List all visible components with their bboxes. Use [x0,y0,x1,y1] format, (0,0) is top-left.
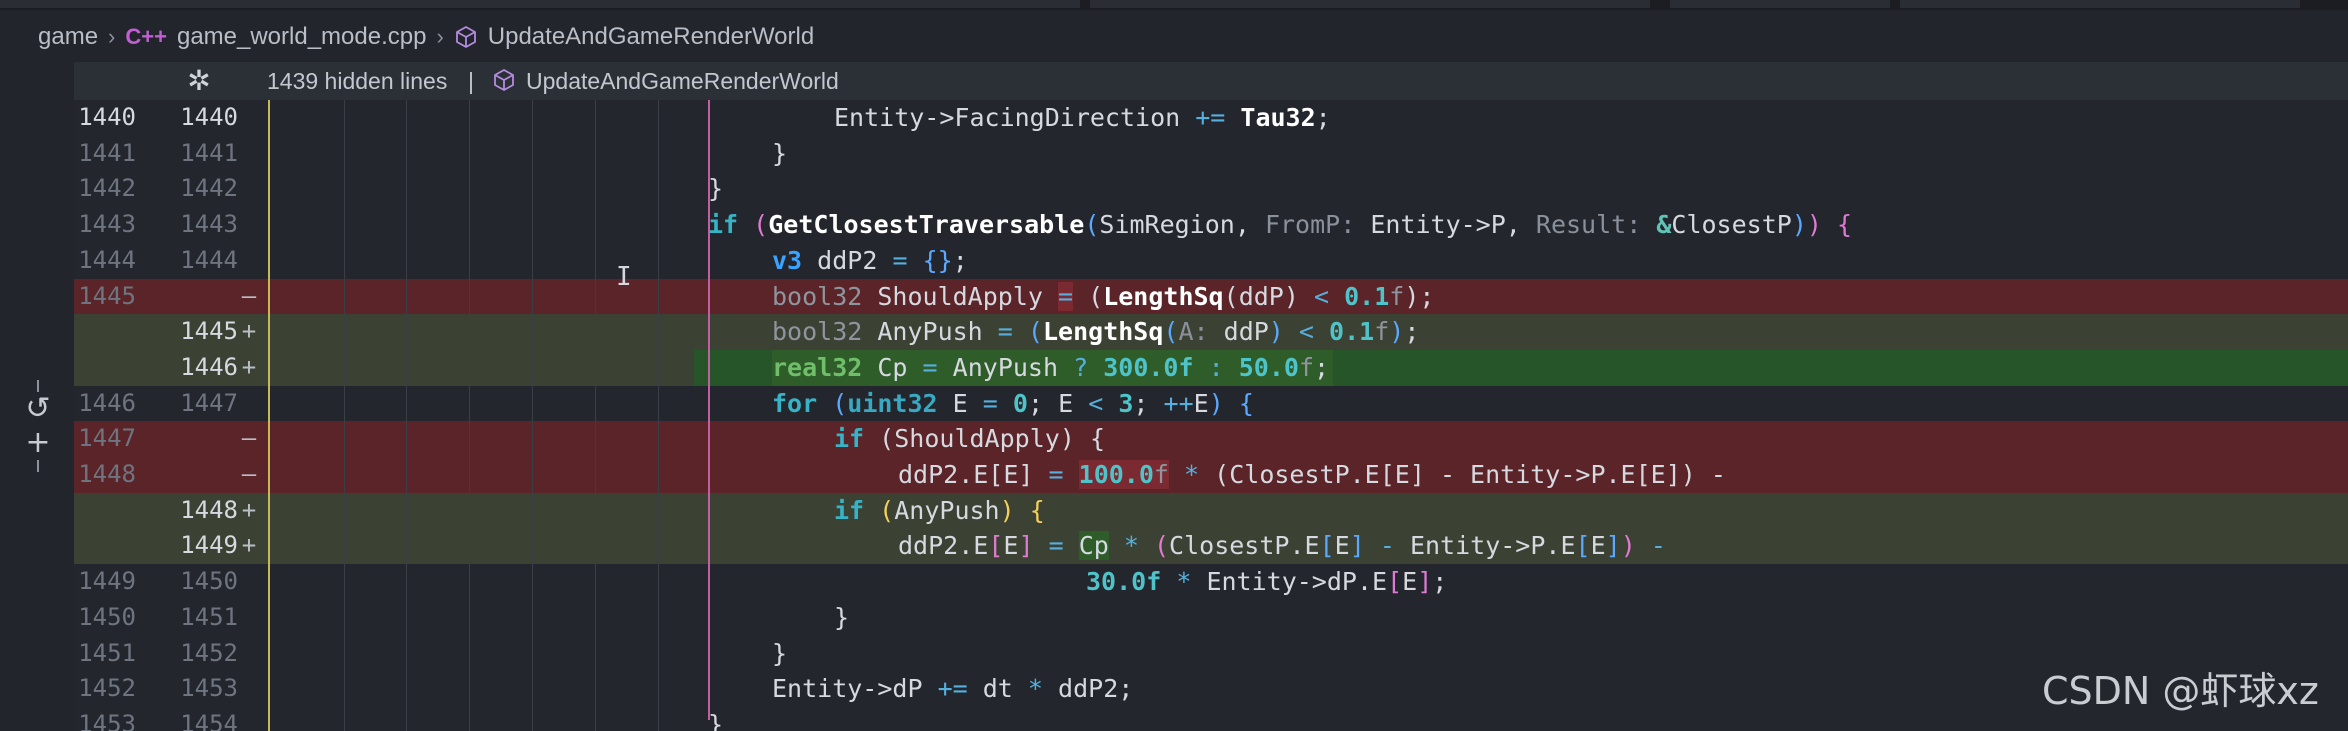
chevron-right-icon: › [108,24,116,49]
revert-icon[interactable]: ↺ [18,392,58,426]
code-line-deleted: ddP2.E[E] = 100.0f * (ClosestP.E[E] - En… [898,460,1726,489]
code-line: Entity->dP += dt * ddP2; [772,674,1134,704]
cpp-file-icon: C++ [125,24,167,49]
text-cursor-icon: 𝙸 [616,262,632,292]
code-line-inserted: if (AnyPush) { [834,495,1045,525]
tab-strip-segment [1090,0,1650,8]
code-line-inserted: bool32 AnyPush = (LengthSq(A: ddP) < 0.1… [772,317,1420,347]
top-tab-strip [0,0,2348,10]
tab-strip-segment [1670,0,1890,8]
header-separator: | [468,67,474,94]
diff-editor-window: game › C++ game_world_mode.cpp › UpdateA… [0,0,2348,731]
hunk-actions: ↺ + [18,380,58,472]
sticky-function-name[interactable]: UpdateAndGameRenderWorld [526,68,839,95]
tab-strip-segment [0,0,1080,8]
add-icon[interactable]: + [18,426,58,460]
code-line: v3 ddP2 = {}; [772,245,968,275]
unfold-icon[interactable]: ✲ [184,66,214,96]
code-line: } [772,138,788,168]
breadcrumb: game › C++ game_world_mode.cpp › UpdateA… [0,12,2348,62]
code-line: if (GetClosestTraversable(SimRegion, Fro… [708,210,1853,240]
breadcrumb-symbol[interactable]: UpdateAndGameRenderWorld [488,23,814,51]
chevron-right-icon: › [436,24,444,49]
code-line: } [708,174,724,204]
code-line: } [708,709,724,731]
breadcrumb-folder[interactable]: game [38,23,98,51]
code-line: for (uint32 E = 0; E < 3; ++E) { [772,388,1254,418]
method-cube-icon [455,26,476,48]
code-line-inserted: ddP2.E[E] = Cp * (ClosestP.E[E] - Entity… [898,531,1666,561]
code-line: } [834,602,850,632]
code-line: 30.0f * Entity->dP.E[E]; [1086,567,1448,597]
watermark: CSDN @虾球xz [2042,669,2319,713]
glyph-margin: ↺ + [0,100,74,731]
hidden-lines-label[interactable]: 1439 hidden lines [267,68,447,95]
code-line-deleted: if (ShouldApply) { [834,424,1105,454]
tab-strip-segment [1900,0,2300,8]
code-editor[interactable]: 1440 1440 1441 1441 1442 1442 1443 1443 1444 1444… [74,100,2348,731]
breadcrumb-file[interactable]: game_world_mode.cpp [177,23,426,51]
code-line: } [772,638,788,668]
code-line-inserted: real32 Cp = AnyPush ? 300.0f : 50.0f; [74,349,2348,386]
code-line: Entity->FacingDirection += Tau32; [834,103,1331,132]
sticky-scroll-header[interactable]: ✲ 1439 hidden lines | UpdateAndGameRende… [74,62,2348,100]
code-line-deleted: bool32 ShouldApply = (LengthSq(ddP) < 0.… [772,281,1435,311]
method-cube-icon [492,68,516,98]
hunk-tick [37,460,39,472]
